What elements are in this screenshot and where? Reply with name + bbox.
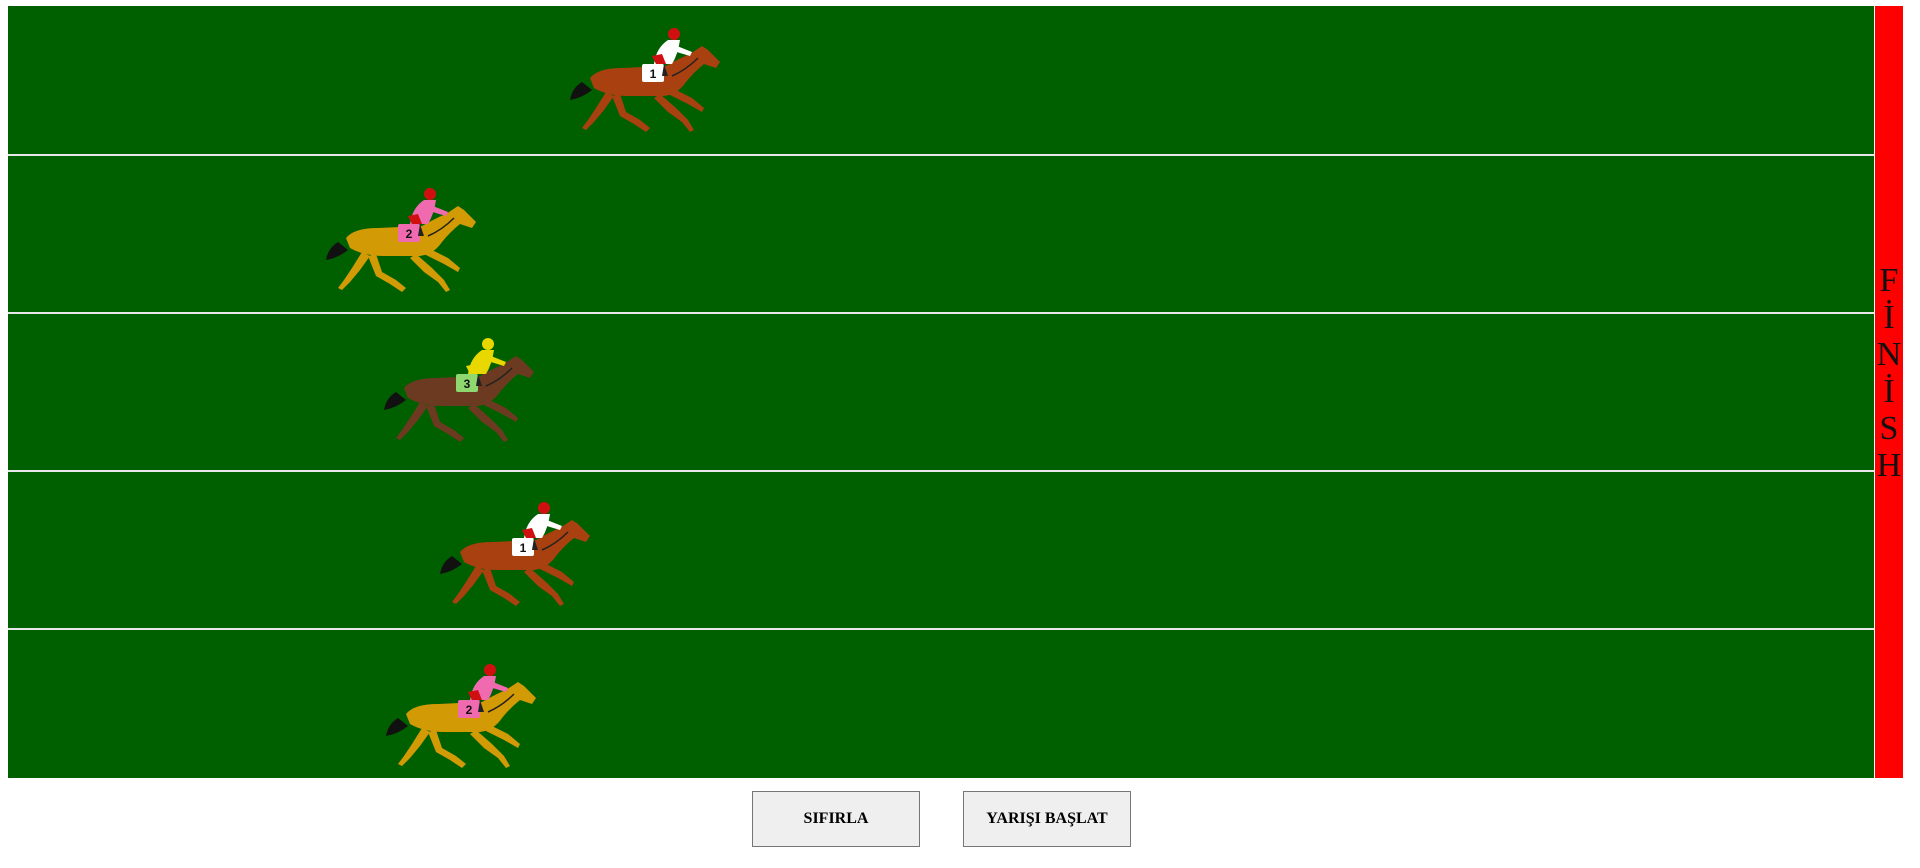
svg-text:3: 3 bbox=[464, 377, 471, 391]
finish-letter: İ bbox=[1883, 373, 1895, 410]
reset-button[interactable]: SIFIRLA bbox=[752, 791, 920, 847]
horse-lane-4: 1 bbox=[440, 502, 590, 606]
horse-lane-1: 1 bbox=[570, 28, 720, 132]
horse-icon: 2 bbox=[326, 188, 476, 292]
svg-text:1: 1 bbox=[650, 67, 657, 81]
svg-text:2: 2 bbox=[466, 703, 473, 717]
horse-lane-3: 3 bbox=[384, 338, 534, 442]
svg-text:1: 1 bbox=[520, 541, 527, 555]
finish-letter: N bbox=[1876, 336, 1902, 373]
finish-letter: H bbox=[1876, 447, 1902, 484]
lane-1: 1 bbox=[8, 6, 1874, 162]
finish-letter: S bbox=[1879, 410, 1899, 447]
finish-letter: İ bbox=[1883, 299, 1895, 336]
finish-line: FİNİSH bbox=[1875, 6, 1903, 778]
finish-letter: F bbox=[1879, 262, 1899, 299]
horse-icon: 3 bbox=[384, 338, 534, 442]
svg-text:2: 2 bbox=[406, 227, 413, 241]
lane-5: 2 bbox=[8, 630, 1874, 786]
horse-lane-2: 2 bbox=[326, 188, 476, 292]
horse-lane-5: 2 bbox=[386, 664, 536, 768]
finish-label: FİNİSH bbox=[1875, 262, 1903, 484]
horse-icon: 1 bbox=[440, 502, 590, 606]
horse-icon: 2 bbox=[386, 664, 536, 768]
race-track: 1 2 3 1 2 bbox=[8, 6, 1874, 778]
lane-3: 3 bbox=[8, 314, 1874, 470]
lane-2: 2 bbox=[8, 156, 1874, 312]
lane-4: 1 bbox=[8, 472, 1874, 628]
horse-icon: 1 bbox=[570, 28, 720, 132]
start-race-button[interactable]: YARIŞI BAŞLAT bbox=[963, 791, 1131, 847]
